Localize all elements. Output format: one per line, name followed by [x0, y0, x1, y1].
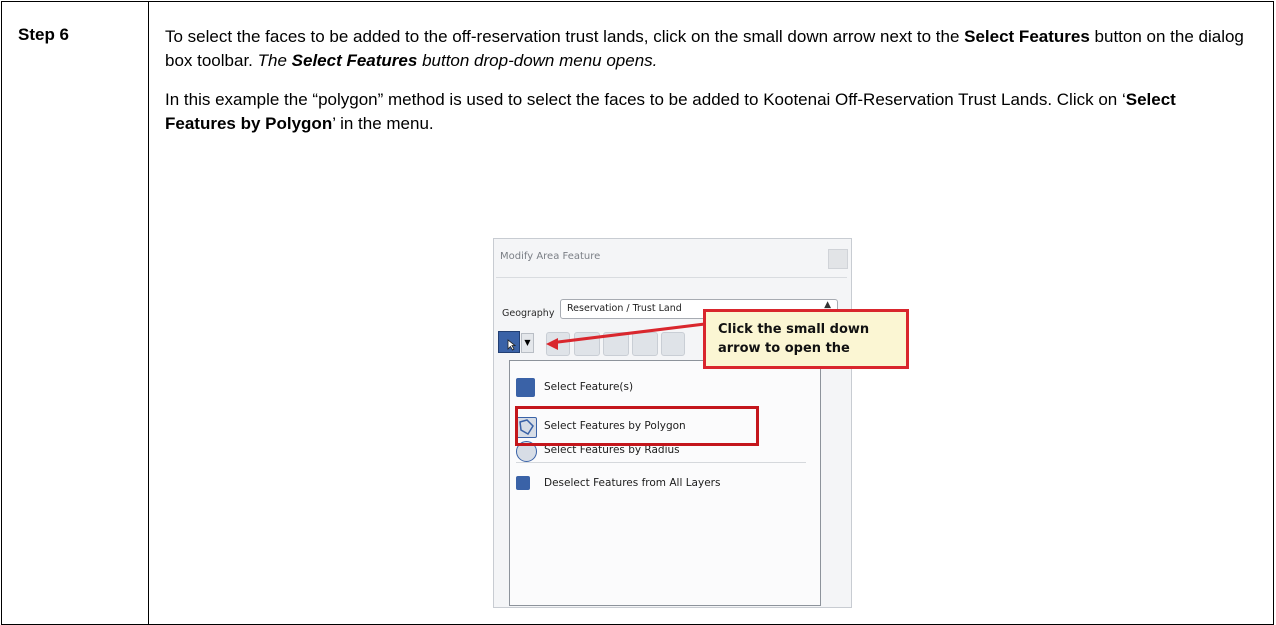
divider	[496, 277, 847, 278]
menu-item-label: Select Feature(s)	[544, 381, 634, 393]
step-label: Step 6	[18, 25, 70, 44]
step-label-cell: Step 6	[2, 2, 149, 624]
toolbar-button-5[interactable]	[632, 332, 658, 356]
p1-italic: The Select Features button drop-down men…	[258, 51, 658, 70]
menu-item-label: Deselect Features from All Layers	[544, 477, 721, 489]
chevron-down-icon[interactable]: ▼	[521, 333, 534, 353]
p1-italic-2: button drop-down menu opens.	[417, 51, 658, 70]
p1-bold-select-features: Select Features	[964, 27, 1090, 46]
geography-value: Reservation / Trust Land	[567, 303, 682, 314]
instruction-paragraph-1: To select the faces to be added to the o…	[165, 25, 1245, 73]
modify-area-feature-panel: Modify Area Feature Geography Reservatio…	[493, 238, 909, 608]
dialog-screenshot: Modify Area Feature Geography Reservatio…	[493, 238, 909, 608]
p1-bold-italic-select-features: Select Features	[291, 51, 418, 70]
select-feature-icon	[516, 378, 535, 397]
p1-text-1: To select the faces to be added to the o…	[165, 27, 965, 46]
deselect-icon	[516, 476, 530, 490]
p2-text-1: In this example the “polygon” method is …	[165, 90, 1126, 109]
callout-arrowhead	[546, 338, 558, 350]
geography-label: Geography	[502, 308, 555, 319]
panel-title: Modify Area Feature	[500, 251, 601, 262]
menu-divider	[516, 462, 806, 463]
p1-italic-1: The	[257, 51, 292, 70]
instruction-paragraph-2: In this example the “polygon” method is …	[165, 88, 1245, 136]
step-content: To select the faces to be added to the o…	[165, 25, 1245, 136]
close-icon[interactable]	[828, 249, 848, 269]
select-features-button[interactable]: ▼	[498, 331, 536, 353]
select-features-dropdown-menu: Select Feature(s) Select Features by Pol…	[509, 360, 821, 606]
callout-text: Click the small down arrow to open the	[718, 322, 870, 356]
polygon-highlight-box	[515, 406, 759, 446]
p2-text-2: ’ in the menu.	[332, 114, 434, 133]
callout-box: Click the small down arrow to open the	[703, 309, 909, 369]
select-feature-icon[interactable]	[498, 331, 520, 353]
toolbar-button-6[interactable]	[661, 332, 685, 356]
